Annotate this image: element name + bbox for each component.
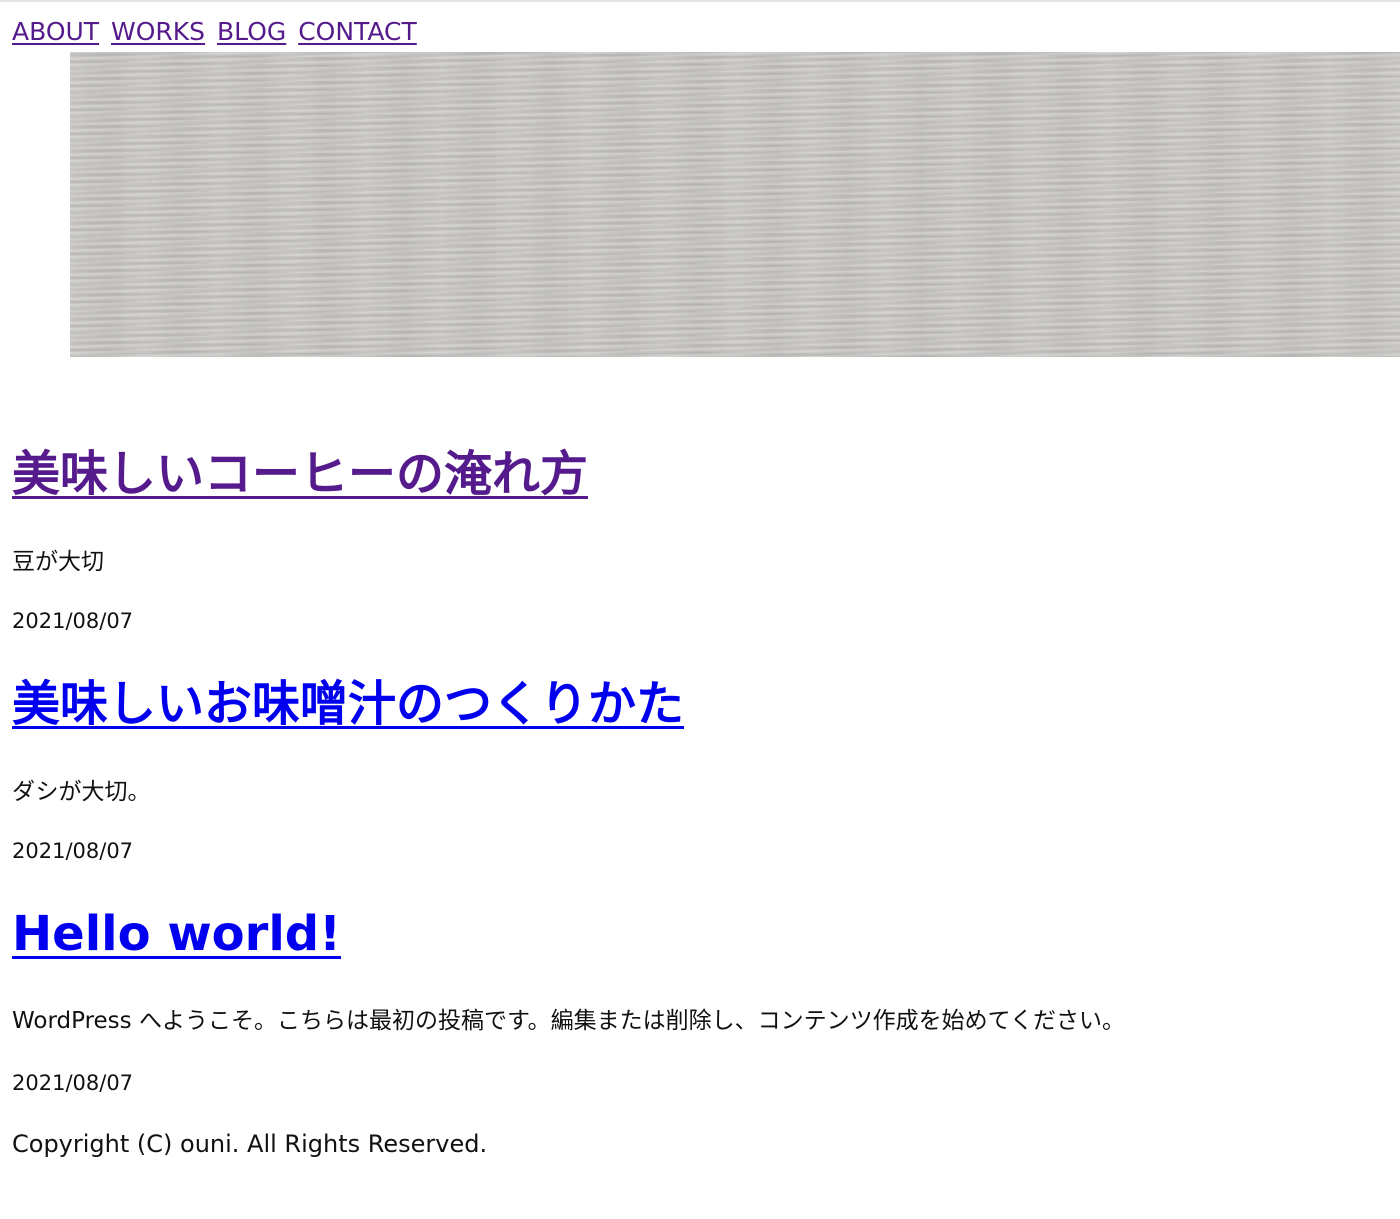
post-title-link[interactable]: 美味しいお味噌汁のつくりかた (12, 676, 684, 732)
post-title: Hello world! (12, 904, 341, 964)
copyright-text: Copyright (C) ouni. All Rights Reserved. (12, 1130, 488, 1158)
post-date: 2021/08/07 (12, 1071, 134, 1095)
nav-link-contact[interactable]: CONTACT (298, 17, 417, 46)
nav-link-about[interactable]: ABOUT (12, 17, 99, 46)
post-excerpt: WordPress へようこそ。こちらは最初の投稿です。編集または削除し、コンテ… (12, 1008, 1125, 1034)
post-date: 2021/08/07 (12, 839, 134, 863)
post-date: 2021/08/07 (12, 609, 134, 633)
post-title-link[interactable]: 美味しいコーヒーの淹れ方 (12, 446, 588, 502)
nav-link-works[interactable]: WORKS (111, 17, 205, 46)
nav-link-blog[interactable]: BLOG (217, 17, 286, 46)
post-excerpt: 豆が大切 (12, 549, 104, 575)
main-nav: ABOUT WORKS BLOG CONTACT (12, 16, 421, 48)
post-excerpt: ダシが大切。 (12, 779, 151, 805)
post-title-link[interactable]: Hello world! (12, 906, 341, 962)
post-title: 美味しいコーヒーの淹れ方 (12, 444, 588, 504)
hero-image (70, 52, 1400, 357)
post-title: 美味しいお味噌汁のつくりかた (12, 674, 684, 734)
